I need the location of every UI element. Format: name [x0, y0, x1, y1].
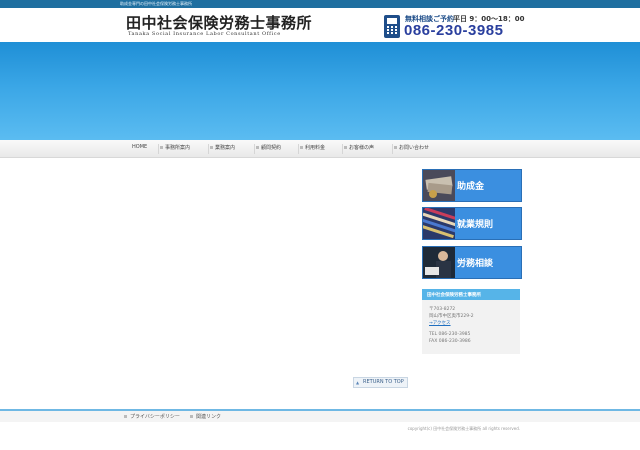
office-info-header: 田中社会保険労務士事務所	[422, 289, 520, 300]
nav-item-voices[interactable]: お客様の声	[342, 144, 374, 154]
office-info-title: 田中社会保険労務士事務所	[427, 293, 481, 298]
site-tagline: 助成金専門の田中社会保険労務士事務所	[120, 1, 192, 6]
footer-link-privacy[interactable]: プライバシーポリシー	[124, 413, 180, 420]
site-logo[interactable]: 田中社会保険労務士事務所	[126, 12, 312, 33]
footer-bar	[0, 411, 640, 422]
money-photo-icon	[423, 170, 455, 201]
sidebar-button-label: 就業規則	[457, 220, 494, 230]
phone-icon	[384, 15, 400, 38]
nav-item-contract[interactable]: 顧問契約	[254, 144, 281, 154]
office-info-box: 田中社会保険労務士事務所 〒703-8272 岡山市中区奥市229-2 →アクセ…	[422, 289, 520, 354]
return-to-top-button[interactable]: RETURN TO TOP	[353, 377, 408, 388]
site-logo-english: Tanaka Social Insurance Labor Consultant…	[128, 31, 281, 37]
nav-item-office[interactable]: 事務所案内	[158, 144, 190, 154]
sidebar-button-label: 労務相談	[457, 259, 494, 269]
hero-banner	[0, 42, 640, 140]
documents-photo-icon	[423, 208, 455, 239]
sidebar-button-label: 助成金	[457, 182, 485, 192]
nav-item-fees[interactable]: 利用料金	[298, 144, 325, 154]
sidebar-button-work-rules[interactable]: 就業規則	[422, 207, 522, 240]
office-tel: TEL 086-230-3985	[429, 332, 471, 337]
sidebar-button-consultation[interactable]: 労務相談	[422, 246, 522, 279]
top-bar: 助成金専門の田中社会保険労務士事務所	[0, 0, 640, 8]
site-header	[0, 8, 640, 42]
phone-number[interactable]: 086-230-3985	[404, 22, 503, 39]
nav-item-contact[interactable]: お問い合わせ	[392, 144, 429, 154]
nav-item-home[interactable]: HOME	[122, 144, 147, 154]
office-access-link[interactable]: →アクセス	[429, 320, 451, 326]
office-fax: FAX 086-230-3986	[429, 339, 471, 344]
footer-link-related[interactable]: 関連リンク	[190, 413, 221, 420]
office-postal: 〒703-8272	[429, 307, 456, 312]
sidebar-button-subsidy[interactable]: 助成金	[422, 169, 522, 202]
consultation-photo-icon	[423, 247, 455, 278]
copyright-text: copyright(c) 田中社会保険労務士事務所 all rights res…	[407, 426, 520, 431]
office-address: 岡山市中区奥市229-2	[429, 314, 474, 319]
nav-item-services[interactable]: 業務案内	[208, 144, 235, 154]
